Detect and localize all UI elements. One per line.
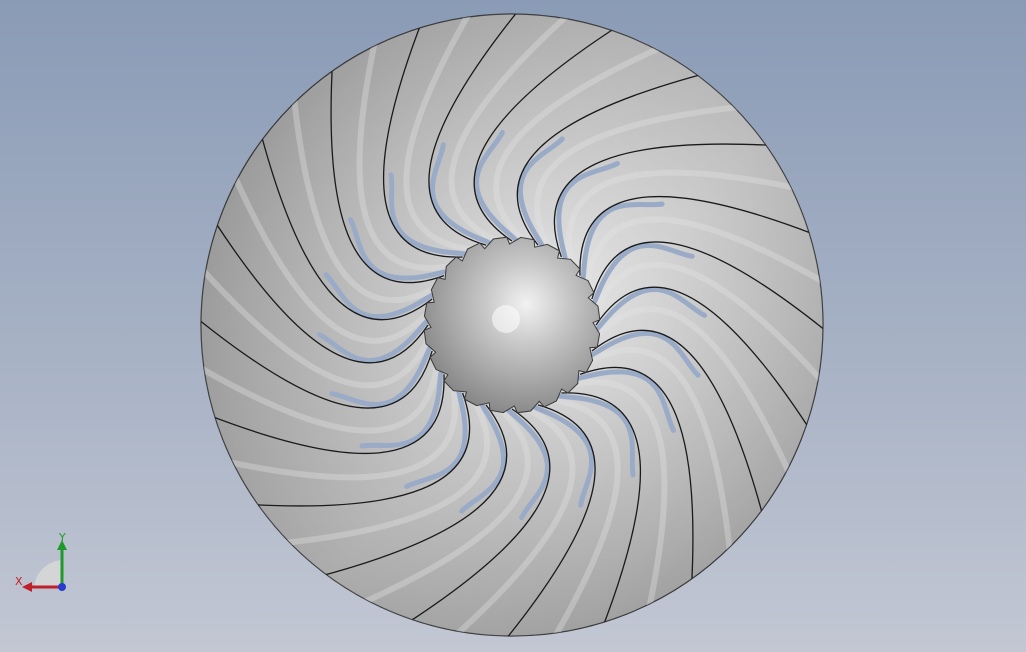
- y-axis-label: Y: [58, 531, 66, 544]
- hub-tip-highlight: [492, 305, 520, 333]
- graphics-viewport[interactable]: Y X: [0, 0, 1026, 652]
- x-arrow-head-icon: [22, 582, 32, 592]
- x-axis-label: X: [15, 575, 23, 588]
- z-axis-dot: [58, 583, 66, 591]
- impeller-model[interactable]: [0, 0, 1026, 652]
- hub[interactable]: [423, 236, 601, 414]
- axis-triad: Y X: [15, 531, 67, 592]
- triad-plane: [34, 560, 62, 587]
